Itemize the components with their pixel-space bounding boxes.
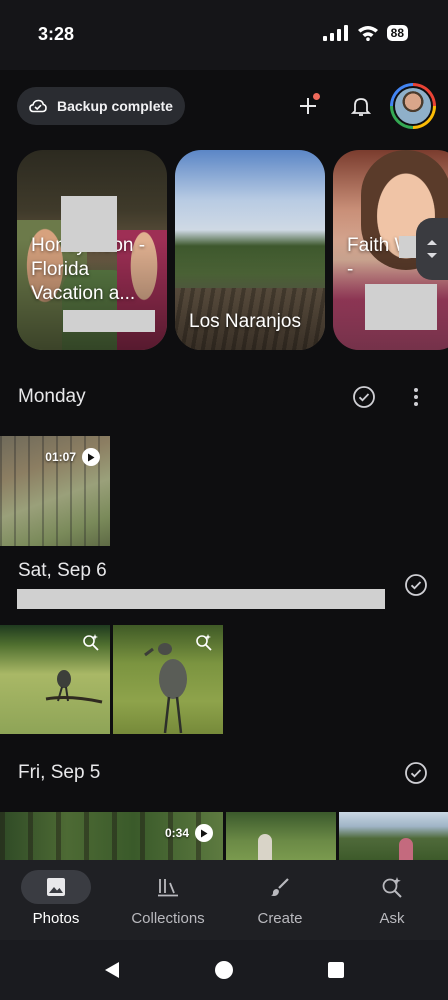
nav-label: Collections <box>131 910 205 927</box>
fast-scroll-handle[interactable] <box>416 218 448 280</box>
ask-sparkle-icon <box>382 877 402 898</box>
chevron-up-icon <box>427 240 437 245</box>
child-figure <box>258 834 272 860</box>
memory-card[interactable]: Los Naranjos <box>175 150 325 350</box>
redaction-box <box>63 310 155 332</box>
duration-text: 01:07 <box>45 450 76 464</box>
backup-status-chip[interactable]: Backup complete <box>17 87 185 125</box>
nav-label: Create <box>257 910 303 927</box>
nav-ask[interactable]: Ask <box>336 860 448 940</box>
notification-dot <box>313 93 320 100</box>
section-title: Sat, Sep 6 <box>18 560 107 581</box>
status-icons: 88 <box>322 25 408 41</box>
play-icon <box>82 448 100 466</box>
collections-icon <box>158 879 178 897</box>
battery-indicator: 88 <box>386 25 408 41</box>
home-button[interactable] <box>212 958 236 982</box>
photo-thumbnail[interactable] <box>0 625 110 734</box>
avatar-photo <box>393 86 433 126</box>
photo-icon <box>47 878 65 896</box>
nav-label: Photos <box>32 910 80 927</box>
heron-shape <box>45 670 103 704</box>
add-button[interactable] <box>290 88 326 124</box>
video-duration: 0:34 <box>165 824 213 842</box>
select-all-check-icon[interactable] <box>404 573 428 597</box>
chevron-down-icon <box>427 253 437 258</box>
backup-label: Backup complete <box>57 98 173 114</box>
notifications-button[interactable] <box>343 88 379 124</box>
nav-create[interactable]: Create <box>224 860 336 940</box>
nav-icon-container <box>245 870 315 904</box>
video-thumbnail[interactable]: 01:07 <box>0 436 110 546</box>
redaction-box <box>365 284 437 330</box>
nav-icon-container <box>133 870 203 904</box>
redaction-box <box>399 236 417 258</box>
memory-title: Los Naranjos <box>189 311 301 332</box>
nav-icon-container <box>21 870 91 904</box>
nav-icon-container <box>357 870 427 904</box>
video-duration: 01:07 <box>45 448 100 466</box>
duration-text: 0:34 <box>164 826 189 840</box>
more-vert-icon[interactable] <box>413 387 419 407</box>
section-title: Monday <box>18 386 86 407</box>
redaction-box <box>61 196 117 252</box>
bottom-navigation: Photos Collections Create Ask <box>0 860 448 940</box>
video-thumbnail[interactable]: 0:34 <box>0 812 223 860</box>
status-bar: 3:28 88 <box>0 0 448 70</box>
memory-card[interactable]: Honeymoon - Florida Vacation a... <box>17 150 167 350</box>
status-time: 3:28 <box>38 24 75 44</box>
account-avatar[interactable] <box>390 83 436 129</box>
section-title: Fri, Sep 5 <box>18 762 101 783</box>
enhance-sparkle-icon <box>83 634 99 651</box>
brush-icon <box>271 878 289 896</box>
bell-icon <box>351 98 371 116</box>
system-navigation-bar <box>0 940 448 1000</box>
photo-thumbnail[interactable] <box>339 812 448 860</box>
nav-collections[interactable]: Collections <box>112 860 224 940</box>
heron-shape <box>144 643 187 734</box>
child-figure <box>399 838 413 860</box>
redaction-box <box>17 589 385 609</box>
wifi-icon <box>357 26 378 41</box>
photo-thumbnail[interactable] <box>113 625 223 734</box>
recents-square-icon <box>328 962 344 978</box>
cloud-done-icon <box>29 99 47 113</box>
back-button[interactable] <box>100 958 124 982</box>
memories-carousel[interactable]: Honeymoon - Florida Vacation a... Los Na… <box>0 150 448 350</box>
enhance-sparkle-icon <box>196 634 212 651</box>
nav-label: Ask <box>379 910 405 927</box>
back-triangle-icon <box>105 962 119 978</box>
play-icon <box>195 824 213 842</box>
select-all-check-icon[interactable] <box>404 761 428 785</box>
home-circle-icon <box>215 961 233 979</box>
recents-button[interactable] <box>324 958 348 982</box>
signal-icon <box>322 25 348 41</box>
photos-feed[interactable]: Backup complete Honeymoon - Florida Vaca… <box>0 70 448 860</box>
photo-thumbnail[interactable] <box>226 812 336 860</box>
nav-photos[interactable]: Photos <box>0 860 112 940</box>
select-all-check-icon[interactable] <box>352 385 376 409</box>
